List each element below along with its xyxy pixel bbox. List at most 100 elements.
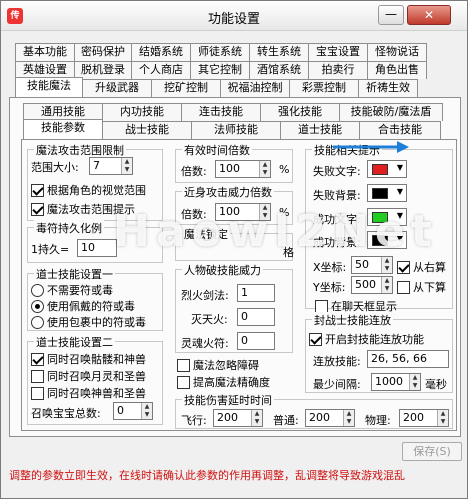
tab-lottery[interactable]: 彩票控制: [289, 79, 359, 97]
physical-input[interactable]: 200 ▲ ▼: [399, 409, 449, 427]
magic-range-title: 魔法攻击范围限制: [34, 142, 126, 158]
interval-label: 最少间隔:: [313, 378, 361, 391]
valid-time-title: 有效时间倍数: [182, 142, 252, 158]
tab-mining[interactable]: 挖矿控制: [151, 79, 221, 97]
worn-talisman-radio[interactable]: 使用佩戴的符或毒: [31, 298, 135, 314]
tab-master[interactable]: 师徒系统: [190, 43, 250, 61]
normal-label: 普通:: [273, 414, 299, 427]
summon-spinner-icon[interactable]: ▲ ▼: [141, 403, 152, 419]
tab-rebirth[interactable]: 转生系统: [249, 43, 309, 61]
sub-tabs-row2: 技能参数 战士技能 法师技能 道士技能 合击技能: [23, 119, 441, 139]
melee-unit: %: [279, 206, 290, 219]
summon-total-input[interactable]: 0 ▲ ▼: [113, 402, 153, 420]
main-tabs-row3: 技能魔法 升级武器 挖矿控制 祝福油控制 彩票控制 祈祷生效: [15, 77, 418, 97]
range-size-input[interactable]: 7 ▲ ▼: [89, 157, 133, 175]
fail-bg-label: 失败背景:: [313, 189, 361, 202]
tab-mage-skill[interactable]: 法师技能: [191, 121, 281, 139]
from-bottom-checkbox[interactable]: 从下算: [397, 279, 446, 295]
ok-text-swatch: [372, 212, 388, 223]
fail-bg-color-picker[interactable]: ▼: [367, 184, 407, 202]
ok-text-label: 成功文字:: [313, 213, 361, 226]
tab-pet[interactable]: 宝宝设置: [308, 43, 368, 61]
ok-bg-label: 成功背景:: [313, 236, 361, 249]
tab-other[interactable]: 其它控制: [190, 61, 250, 79]
physical-label: 物理:: [365, 414, 391, 427]
combo-skills-label: 连放技能:: [313, 355, 361, 368]
chevron-down-icon: ▼: [396, 187, 403, 196]
physical-spinner-icon[interactable]: ▲ ▼: [437, 410, 448, 426]
interval-input[interactable]: 1000 ▲ ▼: [371, 373, 421, 391]
summon-skeleton-checkbox[interactable]: 同时召唤骷髅和神兽: [31, 351, 146, 367]
by-view-checkbox[interactable]: 根据角色的视觉范围: [31, 182, 146, 198]
tab-pray[interactable]: 祈祷生效: [358, 79, 418, 97]
interval-spinner-icon[interactable]: ▲ ▼: [409, 374, 420, 390]
tab-enhance-skill[interactable]: 强化技能: [260, 103, 340, 121]
range-hint-checkbox[interactable]: 魔法攻击范围提示: [31, 201, 135, 217]
normal-input[interactable]: 200 ▲ ▼: [305, 409, 355, 427]
ok-bg-color-picker[interactable]: ▼: [367, 231, 407, 249]
range-spinner-icon[interactable]: ▲ ▼: [121, 158, 132, 174]
tab-role-sell[interactable]: 角色出售: [367, 61, 427, 79]
tab-shop[interactable]: 个人商店: [131, 61, 191, 79]
tab-warrior-skill[interactable]: 战士技能: [102, 121, 192, 139]
mie-input[interactable]: 0: [237, 308, 275, 326]
chevron-down-icon: ▼: [396, 234, 403, 243]
valid-time-label: 倍数:: [181, 165, 207, 178]
summon-beast-checkbox[interactable]: 同时召唤神兽和圣兽: [31, 385, 146, 401]
tab-joint-skill[interactable]: 合击技能: [359, 121, 441, 139]
tab-taoist-skill[interactable]: 道士技能: [280, 121, 360, 139]
x-spinner-icon[interactable]: ▲ ▼: [381, 257, 392, 273]
valid-time-spinner-icon[interactable]: ▲ ▼: [259, 161, 270, 177]
tab-auction[interactable]: 拍卖行: [308, 61, 368, 79]
fly-label: 飞行:: [181, 414, 207, 427]
y-spinner-icon[interactable]: ▲ ▼: [381, 277, 392, 293]
from-right-checkbox[interactable]: 从右算: [397, 259, 446, 275]
melee-input[interactable]: 100 ▲ ▼: [215, 203, 271, 221]
save-button[interactable]: 保存(S): [402, 442, 462, 461]
fail-text-color-picker[interactable]: ▼: [367, 160, 407, 178]
combo-skills-input[interactable]: 26, 56, 66: [367, 350, 449, 368]
fly-input[interactable]: 200 ▲ ▼: [213, 409, 263, 427]
tab-password[interactable]: 密码保护: [74, 43, 132, 61]
y-coord-label: Y坐标:: [313, 281, 346, 294]
minimize-button[interactable]: —: [378, 5, 404, 25]
no-talisman-radio[interactable]: 不需要符或毒: [31, 282, 113, 298]
tab-basic[interactable]: 基本功能: [15, 43, 75, 61]
tab-tavern[interactable]: 酒馆系统: [249, 61, 309, 79]
chevron-down-icon: ▼: [396, 163, 403, 172]
melee-title: 近身攻击威力倍数: [182, 184, 274, 200]
title-bar: 传 功能设置 — ✕: [1, 1, 467, 31]
bag-talisman-radio[interactable]: 使用包裹中的符或毒: [31, 314, 146, 330]
y-coord-input[interactable]: 500 ▲ ▼: [351, 276, 393, 294]
tab-marriage[interactable]: 结婚系统: [131, 43, 191, 61]
range-size-label: 范围大小:: [31, 161, 79, 174]
tab-upgrade-weapon[interactable]: 升级武器: [82, 79, 152, 97]
valid-time-input[interactable]: 100 ▲ ▼: [215, 160, 271, 178]
linghun-input[interactable]: 0: [237, 332, 275, 350]
tab-skill-magic[interactable]: 技能魔法: [15, 77, 83, 97]
tab-combo-skill[interactable]: 连击技能: [181, 103, 261, 121]
tab-bless-oil[interactable]: 祝福油控制: [220, 79, 290, 97]
tab-skill-params[interactable]: 技能参数: [23, 119, 103, 139]
summon-moon-checkbox[interactable]: 同时召唤月灵和圣兽: [31, 368, 146, 384]
main-tabs-row1: 基本功能 密码保护 结婚系统 师徒系统 转生系统 宝宝设置 怪物说话: [15, 43, 427, 61]
ignore-block-checkbox[interactable]: 魔法忽略障碍: [177, 357, 259, 373]
enable-combo-checkbox[interactable]: 开启封技能连放功能: [309, 331, 424, 347]
ok-text-color-picker[interactable]: ▼: [367, 208, 407, 226]
lieh-input[interactable]: 1: [237, 284, 275, 302]
fly-spinner-icon[interactable]: ▲ ▼: [251, 410, 262, 426]
x-coord-input[interactable]: 50 ▲ ▼: [351, 256, 393, 274]
ok-bg-swatch: [372, 235, 388, 246]
poison-input[interactable]: 10: [77, 239, 117, 257]
tab-monster-say[interactable]: 怪物说话: [367, 43, 427, 61]
lieh-label: 烈火剑法:: [181, 289, 229, 302]
x-coord-label: X坐标:: [313, 261, 347, 274]
melee-spinner-icon[interactable]: ▲ ▼: [259, 204, 270, 220]
normal-spinner-icon[interactable]: ▲ ▼: [343, 410, 354, 426]
tab-break-shield[interactable]: 技能破防/魔法盾: [339, 103, 443, 121]
tab-inner-skill[interactable]: 内功技能: [102, 103, 182, 121]
improve-acc-checkbox[interactable]: 提高魔法精确度: [177, 374, 270, 390]
poison-title: 毒符持久化例: [34, 220, 104, 236]
close-button[interactable]: ✕: [407, 5, 451, 25]
fail-text-label: 失败文字:: [313, 165, 361, 178]
